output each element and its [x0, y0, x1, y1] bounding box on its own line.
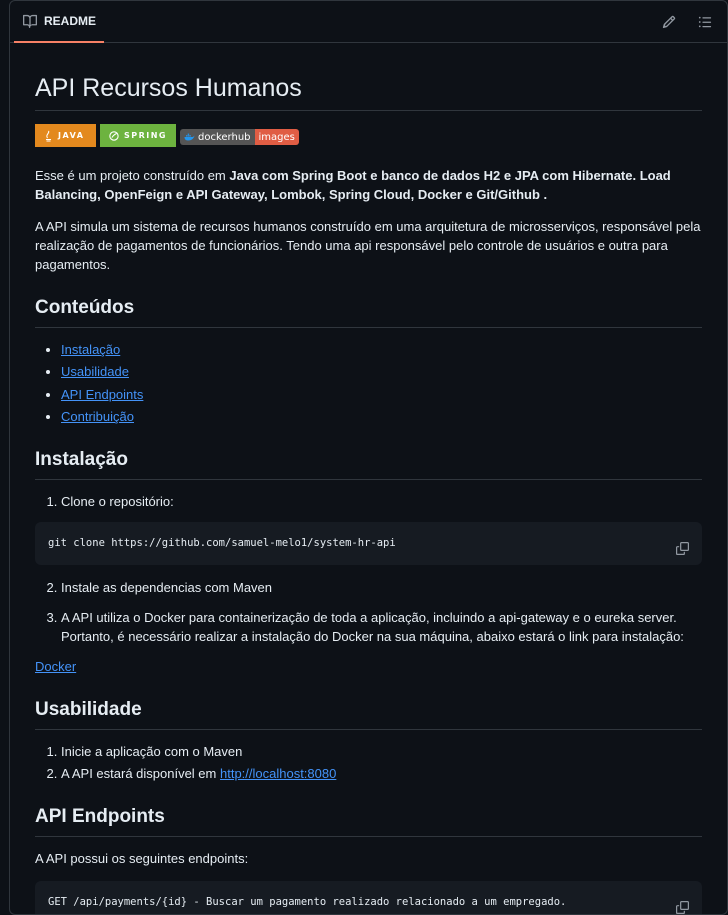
java-badge[interactable]: JAVA [35, 124, 96, 147]
badge-row: JAVA SPRING dockerhub images [35, 124, 702, 147]
link-contribuicao[interactable]: Contribuição [61, 409, 134, 424]
docker-whale-icon [184, 133, 195, 141]
install-step-1: Clone o repositório: [61, 492, 702, 511]
clone-command: git clone https://github.com/samuel-melo… [48, 537, 396, 549]
contents-heading: Conteúdos [35, 296, 702, 328]
intro-text-end: . [539, 187, 548, 202]
copy-icon[interactable] [676, 531, 690, 555]
list-item: Contribuição [61, 407, 702, 426]
link-usabilidade[interactable]: Usabilidade [61, 364, 129, 379]
dockerhub-badge-value: images [254, 129, 299, 145]
usage-heading: Usabilidade [35, 698, 702, 730]
docker-link-paragraph: Docker [35, 657, 702, 676]
docker-link[interactable]: Docker [35, 659, 76, 674]
pencil-icon[interactable] [661, 14, 677, 30]
spring-badge-label: SPRING [123, 131, 167, 140]
endpoints-heading: API Endpoints [35, 805, 702, 837]
list-item: API Endpoints [61, 385, 702, 404]
list-icon[interactable] [697, 14, 713, 30]
link-instalacao[interactable]: Instalação [61, 342, 120, 357]
tab-readme[interactable]: README [14, 1, 105, 43]
dockerhub-badge[interactable]: dockerhub images [180, 129, 299, 145]
endpoint-code-block[interactable]: GET /api/payments/{id} - Buscar um pagam… [35, 881, 702, 914]
book-icon [22, 13, 38, 29]
spring-badge[interactable]: SPRING [100, 124, 176, 147]
readme-body: API Recursos Humanos JAVA SPRING dockerh… [10, 43, 727, 914]
usage-step-1: Inicie a aplicação com o Maven [61, 742, 702, 761]
usage-steps: Inicie a aplicação com o Maven A API est… [35, 742, 702, 784]
tab-readme-label: README [44, 14, 97, 28]
endpoint-text: GET /api/payments/{id} - Buscar um pagam… [48, 896, 567, 908]
usage-step-2: A API estará disponível em http://localh… [61, 764, 702, 783]
contents-list: Instalação Usabilidade API Endpoints Con… [35, 340, 702, 427]
spring-icon [109, 130, 119, 141]
link-api-endpoints[interactable]: API Endpoints [61, 387, 143, 402]
dockerhub-badge-label: dockerhub [198, 131, 251, 143]
usage-step-2-text: A API estará disponível em [61, 766, 220, 782]
copy-icon[interactable] [676, 890, 690, 914]
install-steps-1: Clone o repositório: [35, 492, 702, 511]
intro-paragraph: Esse é um projeto construído em Java com… [35, 166, 702, 204]
install-step-2: Instale as dependencias com Maven [61, 578, 702, 597]
install-heading: Instalação [35, 448, 702, 480]
install-steps-2: Instale as dependencias com Maven A API … [35, 578, 702, 646]
clone-code-block[interactable]: git clone https://github.com/samuel-melo… [35, 522, 702, 565]
readme-header: README [10, 1, 727, 43]
list-item: Instalação [61, 340, 702, 359]
endpoints-intro: A API possui os seguintes endpoints: [35, 851, 249, 866]
localhost-link[interactable]: http://localhost:8080 [220, 766, 336, 781]
description-paragraph: A API simula um sistema de recursos huma… [35, 219, 701, 272]
intro-text: Esse é um projeto construído em [35, 168, 230, 183]
install-step-3: A API utiliza o Docker para containeriza… [61, 608, 702, 646]
java-icon [46, 130, 51, 142]
readme-panel: README API Recursos Humanos JAVA SPRING [9, 0, 728, 915]
page-title: API Recursos Humanos [35, 73, 702, 111]
list-item: Usabilidade [61, 362, 702, 381]
java-badge-label: JAVA [58, 131, 85, 140]
